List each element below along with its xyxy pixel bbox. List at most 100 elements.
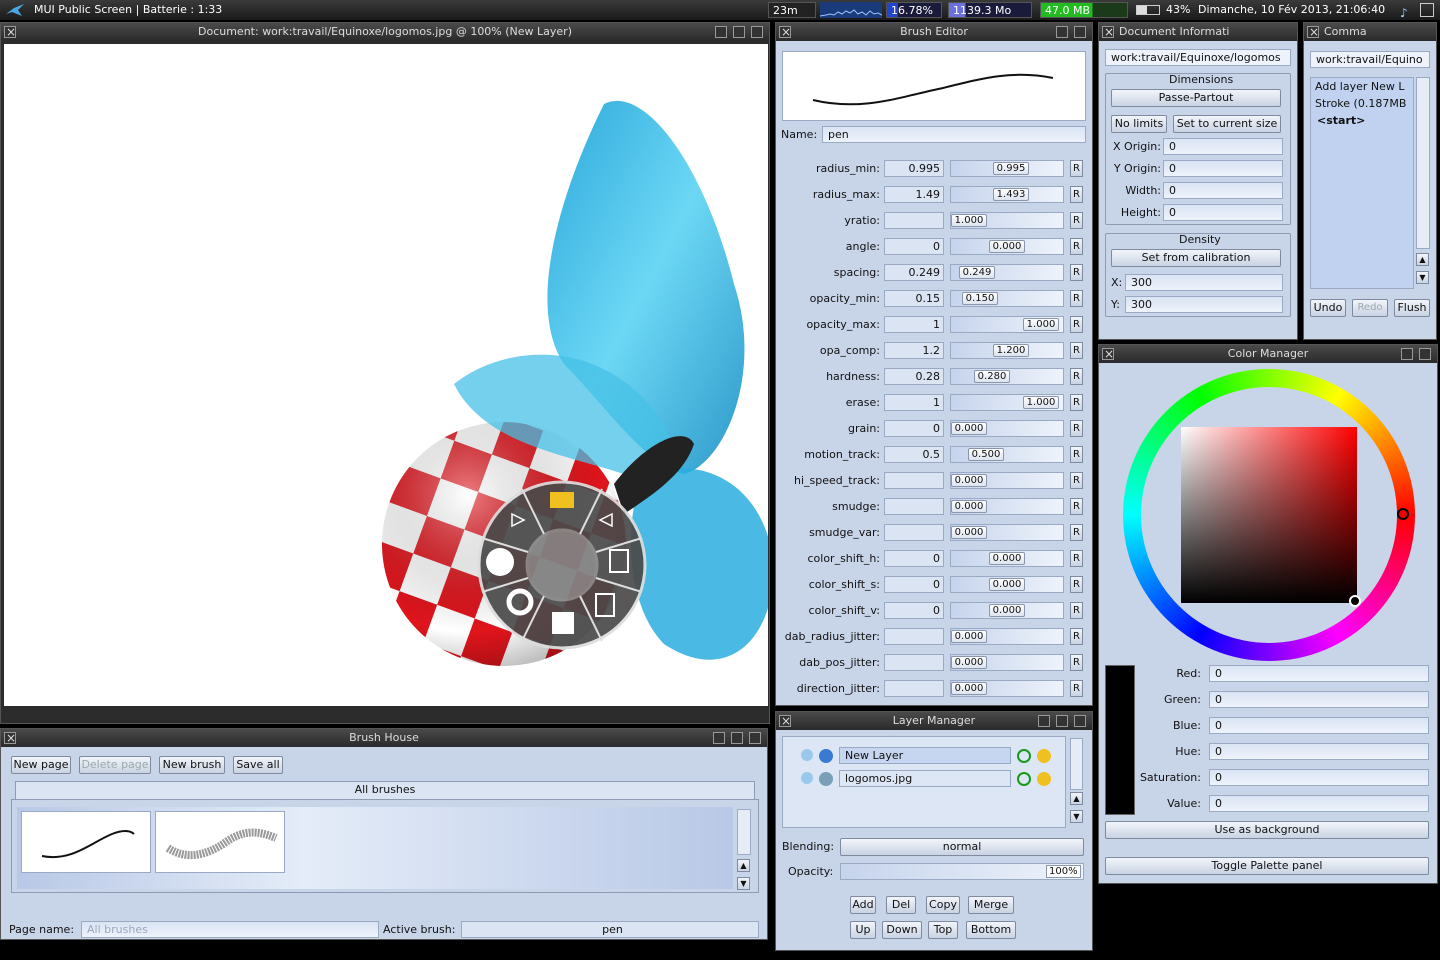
layer-up-button[interactable]: Up xyxy=(850,921,876,939)
command-item[interactable]: <start> xyxy=(1317,114,1365,127)
depth-icon[interactable] xyxy=(1074,26,1086,38)
brush-param-reset-button[interactable]: R xyxy=(1070,446,1083,463)
layer-scrollbar[interactable] xyxy=(1070,738,1083,790)
brush-param-reset-button[interactable]: R xyxy=(1070,212,1083,229)
x-origin-field[interactable]: 0 xyxy=(1163,138,1283,155)
scroll-down-icon[interactable]: ▼ xyxy=(737,877,750,890)
merge-layer-button[interactable]: Merge xyxy=(968,896,1014,914)
layer-bottom-button[interactable]: Bottom xyxy=(966,921,1016,939)
brush-param-slider[interactable]: 1.000 xyxy=(950,316,1064,333)
brush-name-field[interactable]: pen xyxy=(822,126,1086,143)
document-titlebar[interactable]: Document: work:travail/Equinoxe/logomos.… xyxy=(1,23,769,41)
redo-button[interactable]: Redo xyxy=(1352,299,1388,317)
hue-picker-handle[interactable] xyxy=(1397,508,1409,520)
brush-param-slider[interactable]: 0.000 xyxy=(950,576,1064,593)
close-icon[interactable] xyxy=(1102,23,1114,41)
brush-param-slider[interactable]: 0.000 xyxy=(950,524,1064,541)
iconify-icon[interactable] xyxy=(1038,715,1050,727)
close-icon[interactable] xyxy=(779,712,791,730)
y-origin-field[interactable]: 0 xyxy=(1163,160,1283,177)
zoom-icon[interactable] xyxy=(733,26,745,38)
layer-manager-titlebar[interactable]: Layer Manager xyxy=(776,712,1092,730)
close-icon[interactable] xyxy=(779,23,791,41)
color-manager-titlebar[interactable]: Color Manager xyxy=(1099,345,1437,363)
canvas[interactable] xyxy=(4,44,768,706)
brush-param-slider-knob[interactable]: 0.000 xyxy=(951,630,987,643)
command-item[interactable]: Stroke (0.187MB xyxy=(1315,97,1406,110)
brush-param-slider-knob[interactable]: 0.000 xyxy=(989,578,1025,591)
pie-menu[interactable] xyxy=(477,480,647,650)
brush-param-slider[interactable]: 0.000 xyxy=(950,654,1064,671)
layer-lock-icon[interactable] xyxy=(1037,749,1051,763)
set-calibration-button[interactable]: Set from calibration xyxy=(1111,249,1281,267)
commands-scrollbar[interactable] xyxy=(1416,77,1430,249)
brush-param-slider-knob[interactable]: 1.000 xyxy=(951,214,987,227)
brush-param-reset-button[interactable]: R xyxy=(1070,498,1083,515)
brush-param-slider[interactable]: 0.000 xyxy=(950,498,1064,515)
zoom-icon[interactable] xyxy=(731,732,743,744)
set-current-size-button[interactable]: Set to current size xyxy=(1173,115,1281,133)
zoom-icon[interactable] xyxy=(1056,26,1068,38)
layer-visibility-icon[interactable] xyxy=(1017,772,1031,786)
brush-param-slider-knob[interactable]: 0.000 xyxy=(989,552,1025,565)
brush-param-reset-button[interactable]: R xyxy=(1070,628,1083,645)
brush-param-reset-button[interactable]: R xyxy=(1070,160,1083,177)
brush-param-reset-button[interactable]: R xyxy=(1070,472,1083,489)
undo-button[interactable]: Undo xyxy=(1310,299,1346,317)
layer-drag-icon[interactable] xyxy=(801,772,813,784)
volume-icon[interactable]: ♪ xyxy=(1400,3,1414,20)
brush-param-slider[interactable]: 1.493 xyxy=(950,186,1064,203)
close-icon[interactable] xyxy=(1102,345,1114,363)
blue-slider[interactable]: 0 xyxy=(1209,717,1429,734)
scroll-down-icon[interactable]: ▼ xyxy=(1416,271,1429,284)
app-logo-icon[interactable] xyxy=(4,2,26,18)
brush-param-slider-knob[interactable]: 0.280 xyxy=(974,370,1010,383)
brush-param-slider-knob[interactable]: 0.000 xyxy=(951,474,987,487)
brush-param-reset-button[interactable]: R xyxy=(1070,368,1083,385)
brush-param-slider-knob[interactable]: 0.000 xyxy=(989,240,1025,253)
brush-house-titlebar[interactable]: Brush House xyxy=(1,729,767,747)
brush-param-reset-button[interactable]: R xyxy=(1070,680,1083,697)
new-brush-button[interactable]: New brush xyxy=(159,756,225,774)
brush-param-slider[interactable]: 0.280 xyxy=(950,368,1064,385)
use-as-background-button[interactable]: Use as background xyxy=(1105,821,1429,839)
flush-button[interactable]: Flush xyxy=(1394,299,1430,317)
command-item[interactable]: Add layer New L xyxy=(1315,80,1405,93)
close-icon[interactable] xyxy=(1307,23,1319,41)
commands-titlebar[interactable]: Comma xyxy=(1304,23,1436,41)
brush-param-slider-knob[interactable]: 0.000 xyxy=(951,500,987,513)
layer-drag-icon[interactable] xyxy=(801,749,813,761)
brush-param-slider[interactable]: 0.000 xyxy=(950,680,1064,697)
new-page-button[interactable]: New page xyxy=(11,756,71,774)
brush-param-reset-button[interactable]: R xyxy=(1070,186,1083,203)
brush-param-slider[interactable]: 0.500 xyxy=(950,446,1064,463)
brush-param-slider-knob[interactable]: 0.000 xyxy=(951,526,987,539)
brush-param-slider-knob[interactable]: 1.000 xyxy=(1023,318,1059,331)
add-layer-button[interactable]: Add xyxy=(850,896,876,914)
layer-visibility-icon[interactable] xyxy=(1017,749,1031,763)
depth-icon[interactable] xyxy=(751,26,763,38)
delete-layer-button[interactable]: Del xyxy=(886,896,916,914)
brush-param-slider[interactable]: 0.000 xyxy=(950,472,1064,489)
layer-lock-icon[interactable] xyxy=(1037,772,1051,786)
brush-param-slider-knob[interactable]: 0.000 xyxy=(951,656,987,669)
brush-param-reset-button[interactable]: R xyxy=(1070,238,1083,255)
scroll-up-icon[interactable]: ▲ xyxy=(737,859,750,872)
copy-layer-button[interactable]: Copy xyxy=(926,896,960,914)
depth-icon[interactable] xyxy=(749,732,761,744)
close-icon[interactable] xyxy=(4,23,16,41)
brush-param-reset-button[interactable]: R xyxy=(1070,602,1083,619)
scroll-up-icon[interactable]: ▲ xyxy=(1416,253,1429,266)
green-slider[interactable]: 0 xyxy=(1209,691,1429,708)
iconify-icon[interactable] xyxy=(713,732,725,744)
iconify-icon[interactable] xyxy=(715,26,727,38)
density-x-field[interactable]: 300 xyxy=(1125,274,1283,291)
density-y-field[interactable]: 300 xyxy=(1125,296,1283,313)
brush-param-reset-button[interactable]: R xyxy=(1070,550,1083,567)
brush-param-slider[interactable]: 0.000 xyxy=(950,628,1064,645)
brush-param-reset-button[interactable]: R xyxy=(1070,342,1083,359)
brush-param-reset-button[interactable]: R xyxy=(1070,654,1083,671)
brush-param-slider[interactable]: 0.000 xyxy=(950,420,1064,437)
folder-icon[interactable] xyxy=(550,492,574,508)
width-field[interactable]: 0 xyxy=(1163,182,1283,199)
